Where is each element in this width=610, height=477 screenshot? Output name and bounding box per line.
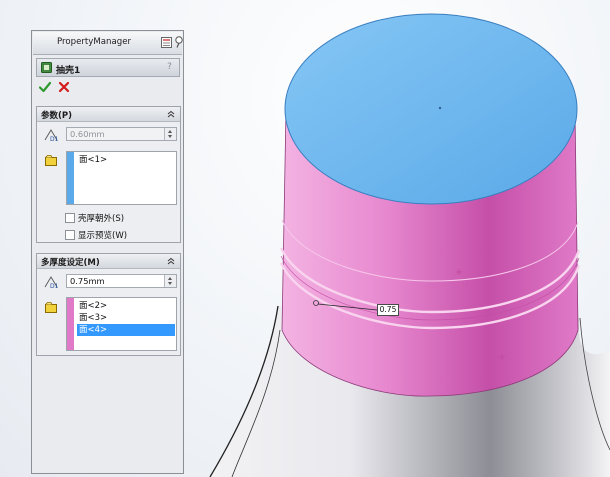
cross-icon[interactable] [58, 81, 70, 93]
list-color-swatch [67, 152, 74, 204]
thickness-dimension-icon: D1 [44, 129, 59, 142]
pushpin-icon[interactable] [174, 36, 184, 48]
show-preview-label: 显示预览(W) [78, 231, 128, 241]
face-selection-icon [45, 302, 57, 313]
thickness-value: 0.60mm [70, 129, 105, 139]
list-item[interactable]: 面<4> [77, 324, 175, 336]
help-button[interactable]: ? [164, 62, 175, 73]
multi-thickness-spinner[interactable] [164, 275, 176, 287]
list-item[interactable]: 面<3> [77, 312, 175, 324]
faces-to-remove-list[interactable]: 面<1> [66, 151, 177, 205]
thickness-spinner[interactable] [164, 128, 176, 140]
feature-title-bar: 抽壳1 ? [36, 58, 180, 77]
shell-feature-icon [41, 62, 52, 73]
chevron-up-icon[interactable] [167, 257, 175, 265]
list-item[interactable]: 面<2> [77, 300, 175, 312]
multi-thickness-faces-list[interactable]: 面<2> 面<3> 面<4> [66, 297, 177, 351]
multi-thickness-group-title: 多厚度设定(M) [41, 258, 100, 268]
list-item[interactable]: 面<1> [77, 154, 175, 166]
property-manager-title: PropertyManager [57, 37, 132, 47]
property-manager-panel: PropertyManager 抽壳1 ? 参数(P) D1 0.60mm 面<… [31, 30, 184, 474]
parameters-group: 参数(P) D1 0.60mm 面<1> 壳厚朝外(S) 显示预览(W) [36, 106, 181, 243]
property-manager-header: PropertyManager [33, 32, 184, 55]
shell-outward-checkbox[interactable] [65, 213, 75, 223]
thickness-dimension-label[interactable]: 0.75 [377, 304, 399, 316]
feature-title: 抽壳1 [56, 66, 81, 76]
parameters-group-title: 参数(P) [41, 111, 72, 121]
thickness-dimension-icon: D1 [44, 276, 59, 289]
model-top-face [284, 13, 578, 205]
multi-thickness-group: 多厚度设定(M) D1 0.75mm 面<2> 面<3> 面<4> [36, 253, 181, 356]
multi-thickness-group-header[interactable]: 多厚度设定(M) [37, 254, 180, 269]
parameters-group-header[interactable]: 参数(P) [37, 107, 180, 122]
multi-thickness-value: 0.75mm [70, 276, 105, 286]
shell-outward-label: 壳厚朝外(S) [78, 214, 125, 224]
svg-text:D1: D1 [50, 283, 59, 289]
list-color-swatch [67, 298, 74, 350]
multi-thickness-input[interactable]: 0.75mm [66, 274, 177, 288]
chevron-up-icon[interactable] [167, 110, 175, 118]
svg-text:D1: D1 [50, 136, 59, 142]
thickness-input[interactable]: 0.60mm [66, 127, 177, 141]
face-selection-icon [45, 155, 57, 166]
pin-icon[interactable] [161, 37, 172, 48]
check-icon[interactable] [39, 81, 51, 93]
show-preview-checkbox[interactable] [65, 230, 75, 240]
